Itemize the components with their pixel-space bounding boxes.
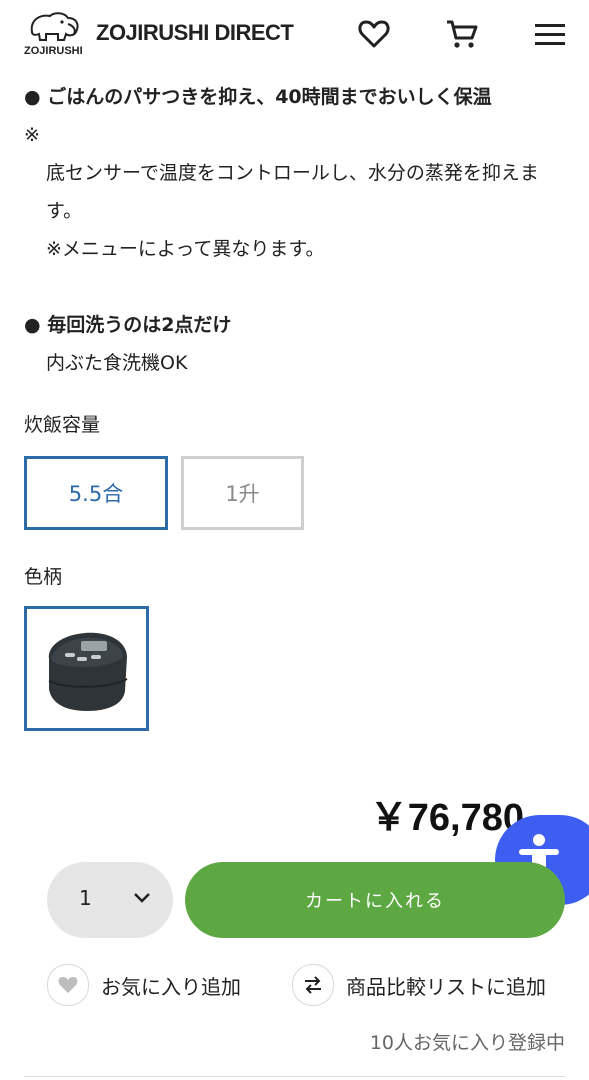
feature1-body: 底センサーで温度をコントロールし、水分の蒸発を抑えます。 bbox=[46, 162, 539, 222]
product-price: ￥76,780 bbox=[369, 797, 524, 839]
menu-icon bbox=[535, 24, 565, 45]
brand-logo[interactable]: ZOJIRUSHI bbox=[24, 10, 84, 57]
add-favorite-link[interactable]: お気に入り追加 bbox=[101, 971, 241, 1000]
swap-arrows-icon bbox=[305, 976, 321, 994]
capacity-option-5-5[interactable]: 5.5合 bbox=[24, 456, 168, 530]
quantity-value: 1 bbox=[79, 886, 92, 910]
divider bbox=[24, 1076, 565, 1077]
chevron-down-icon bbox=[134, 893, 150, 903]
heart-icon bbox=[358, 20, 390, 48]
color-label: 色柄 bbox=[24, 566, 63, 588]
favorite-count: 10人お気に入り登録中 bbox=[369, 1032, 565, 1054]
favorite-circle[interactable] bbox=[47, 964, 89, 1006]
menu-button[interactable] bbox=[532, 16, 568, 52]
add-to-cart-button[interactable]: カートに入れる bbox=[185, 862, 565, 938]
brand-name[interactable]: ZOJIRUSHI DIRECT bbox=[96, 20, 294, 46]
capacity-option-1sho[interactable]: 1升 bbox=[181, 456, 304, 530]
feature1-note: ※メニューによって異なります。 bbox=[46, 238, 325, 260]
cart-icon bbox=[447, 20, 478, 48]
feature2-title: ● 毎回洗うのは2点だけ bbox=[24, 314, 232, 336]
cart-button[interactable] bbox=[444, 16, 480, 52]
quantity-select[interactable]: 1 bbox=[47, 862, 173, 938]
compare-circle[interactable] bbox=[292, 964, 334, 1006]
feature2-body: 内ぶた食洗機OK bbox=[46, 352, 188, 374]
elephant-logo-icon: ZOJIRUSHI bbox=[24, 12, 83, 57]
feature1-mark: ※ bbox=[24, 124, 40, 146]
site-header: ZOJIRUSHI ZOJIRUSHI DIRECT bbox=[0, 0, 589, 72]
product-description: ● ごはんのパサつきを抑え、40時間までおいしく保温 ※ 底センサーで温度をコン… bbox=[24, 78, 564, 382]
rice-cooker-image bbox=[48, 632, 127, 711]
svg-text:ZOJIRUSHI: ZOJIRUSHI bbox=[24, 45, 83, 56]
feature1-title: ● ごはんのパサつきを抑え、40時間までおいしく保温 bbox=[24, 86, 492, 108]
capacity-label: 炊飯容量 bbox=[24, 414, 101, 436]
heart-icon bbox=[58, 977, 78, 993]
color-swatch-black[interactable] bbox=[24, 606, 149, 731]
add-compare-link[interactable]: 商品比較リストに追加 bbox=[346, 971, 546, 1000]
favorites-button[interactable] bbox=[356, 16, 392, 52]
